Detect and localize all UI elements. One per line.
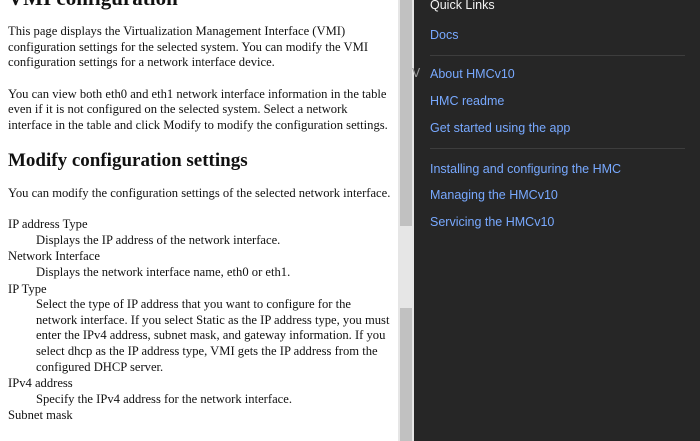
link-docs[interactable]: Docs — [430, 28, 458, 42]
link-about-hmcv10[interactable]: About HMCv10 — [430, 67, 515, 81]
quick-links-panel: Quick Links Docs About HMCv10 HMC readme… — [416, 0, 700, 441]
modify-paragraph: You can modify the configuration setting… — [8, 185, 391, 200]
term-ip-type: IP Type — [8, 281, 47, 296]
intro-paragraph-2: You can view both eth0 and eth1 network … — [8, 86, 388, 132]
scrollbar-thumb[interactable] — [400, 0, 412, 226]
term-ipv4-address: IPv4 address — [8, 376, 73, 391]
term-ip-address-type: IP address Type — [8, 217, 88, 232]
section-heading: Modify configuration settings — [8, 149, 248, 171]
link-servicing-hmcv10[interactable]: Servicing the HMCv10 — [430, 215, 554, 229]
term-network-interface: Network Interface — [8, 249, 100, 264]
link-get-started[interactable]: Get started using the app — [430, 121, 570, 135]
link-managing-hmcv10[interactable]: Managing the HMCv10 — [430, 188, 558, 202]
desc-ip-type: Select the type of IP address that you w… — [36, 297, 390, 374]
divider — [430, 55, 685, 56]
link-hmc-readme[interactable]: HMC readme — [430, 94, 504, 108]
link-installing-configuring[interactable]: Installing and configuring the HMC — [430, 162, 621, 176]
desc-network-interface: Displays the network interface name, eth… — [36, 264, 291, 279]
help-document-pane: VMI configuration This page displays the… — [0, 0, 399, 441]
term-subnet-mask: Subnet mask — [8, 408, 73, 423]
page-title: VMI configuration — [8, 0, 392, 10]
panel-title: Quick Links — [430, 0, 495, 12]
desc-ipv4-address: Specify the IPv4 address for the network… — [36, 391, 292, 406]
desc-ip-address-type: Displays the IP address of the network i… — [36, 232, 281, 247]
gutter-glyph: V — [412, 66, 421, 80]
intro-paragraph-1: This page displays the Virtualization Ma… — [8, 24, 369, 70]
scrollbar-track-lower[interactable] — [400, 308, 412, 441]
help-document-content: VMI configuration This page displays the… — [8, 0, 392, 424]
divider — [430, 148, 685, 149]
